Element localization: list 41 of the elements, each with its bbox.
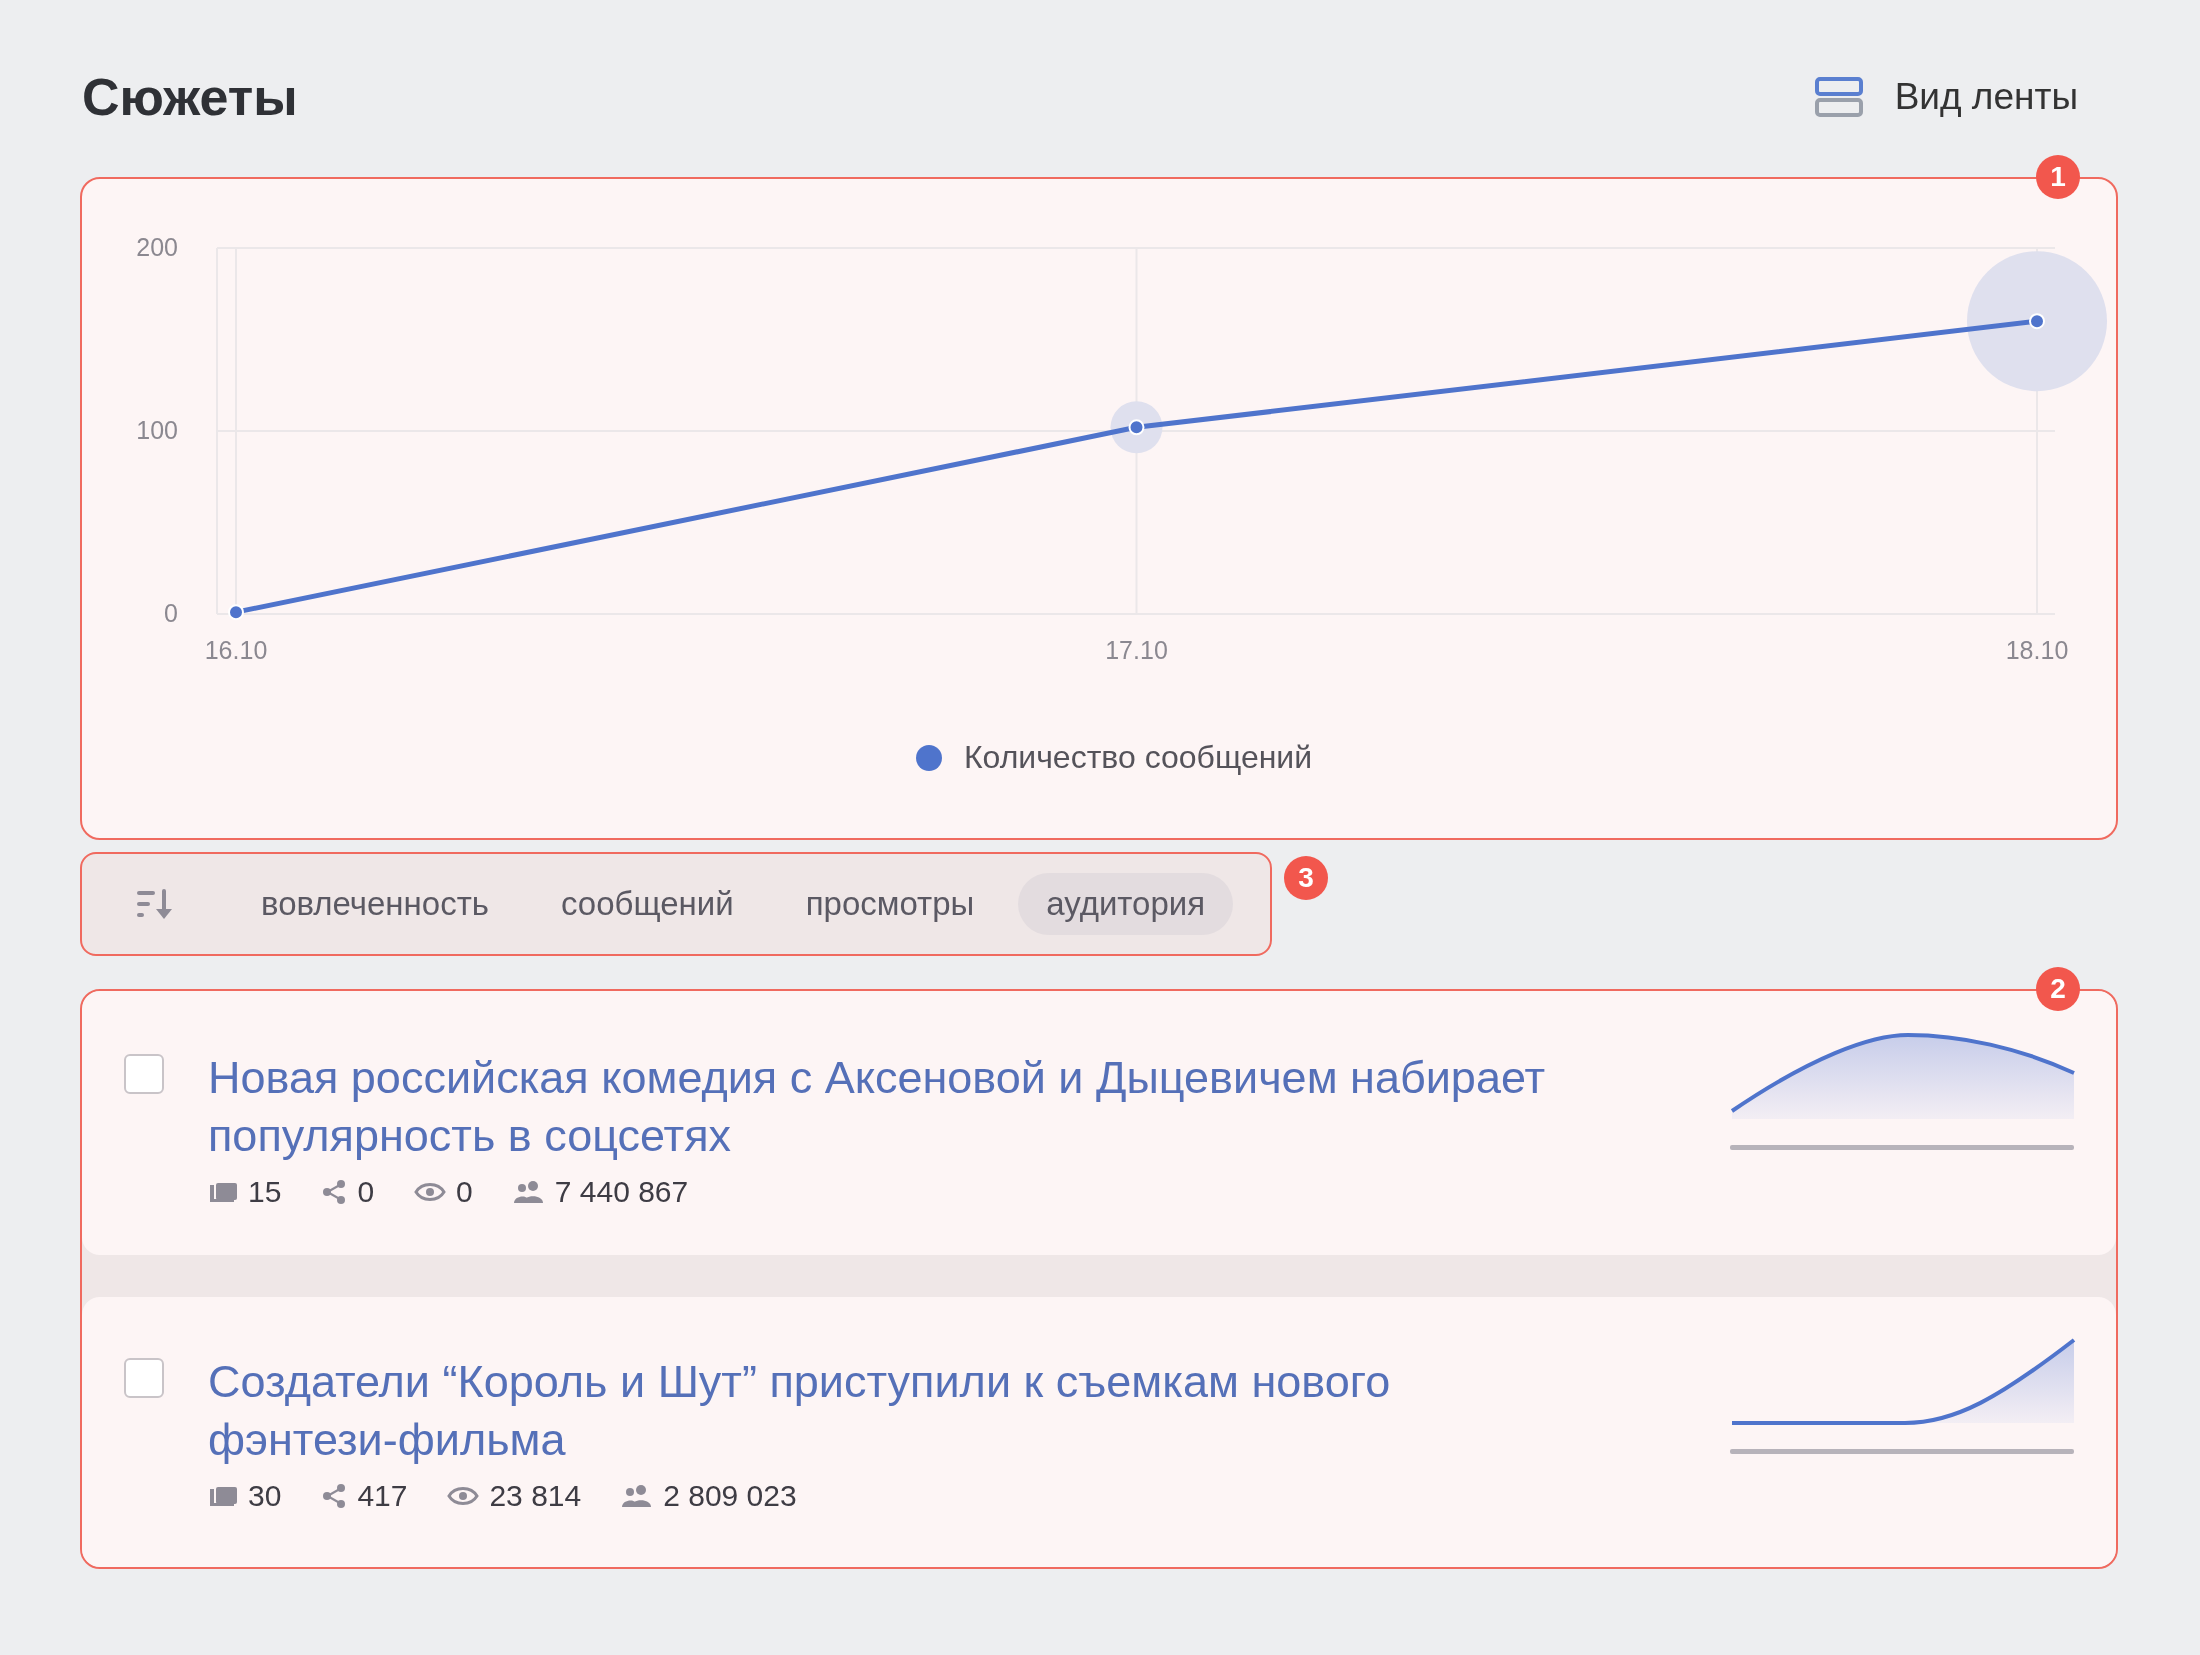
feed-view-button[interactable]: Вид ленты <box>1814 76 2118 118</box>
eye-icon <box>447 1484 480 1508</box>
annotation-badge: 2 <box>2036 967 2080 1011</box>
stat-value: 23 814 <box>489 1479 582 1513</box>
page-title: Сюжеты <box>82 67 298 127</box>
checkbox[interactable] <box>124 1358 164 1398</box>
data-point <box>1128 419 1145 436</box>
rows-icon <box>1814 77 1863 117</box>
stat-value: 417 <box>357 1479 408 1513</box>
people-icon <box>512 1180 545 1204</box>
checkbox[interactable] <box>124 1054 164 1094</box>
legend-label: Количество сообщений <box>963 739 1313 776</box>
eye-icon <box>414 1180 447 1204</box>
y-axis-label: 100 <box>136 416 178 444</box>
sort-option[interactable]: сообщений <box>532 873 762 935</box>
story-title-link[interactable]: Создатели “Король и Шут” приступили к съемкам нового фэнтези-фильма <box>208 1353 1563 1469</box>
messages-icon <box>208 1485 238 1507</box>
x-axis-label: 17.10 <box>1105 636 1168 664</box>
sort-icon[interactable] <box>135 887 175 921</box>
stat-value: 30 <box>248 1479 282 1513</box>
share-icon <box>321 1483 348 1509</box>
people-icon <box>621 1484 654 1508</box>
sort-option[interactable]: аудитория <box>1018 873 1234 935</box>
annotation-badge: 1 <box>2036 155 2080 199</box>
x-axis-label: 16.10 <box>204 636 268 664</box>
data-point <box>2029 313 2045 330</box>
sort-option[interactable]: вовлеченность <box>233 873 517 935</box>
annotation-badge: 3 <box>1284 856 1328 900</box>
y-axis-label: 0 <box>164 599 178 627</box>
stat-value: 7 440 867 <box>554 1175 689 1209</box>
stat-value: 2 809 023 <box>663 1479 797 1513</box>
y-axis-label: 200 <box>136 233 178 261</box>
stat-value: 0 <box>456 1175 473 1209</box>
sort-option[interactable]: просмотры <box>777 873 1003 935</box>
stat-value: 0 <box>357 1175 375 1209</box>
story-title-link[interactable]: Новая российская комедия с Аксеновой и Дыцевичем набирает популярность в соцсетях <box>208 1049 1563 1165</box>
x-axis-label: 18.10 <box>2005 636 2069 664</box>
messages-icon <box>208 1181 238 1203</box>
stat-value: 15 <box>248 1175 282 1209</box>
data-point <box>228 604 244 621</box>
share-icon <box>321 1179 348 1205</box>
